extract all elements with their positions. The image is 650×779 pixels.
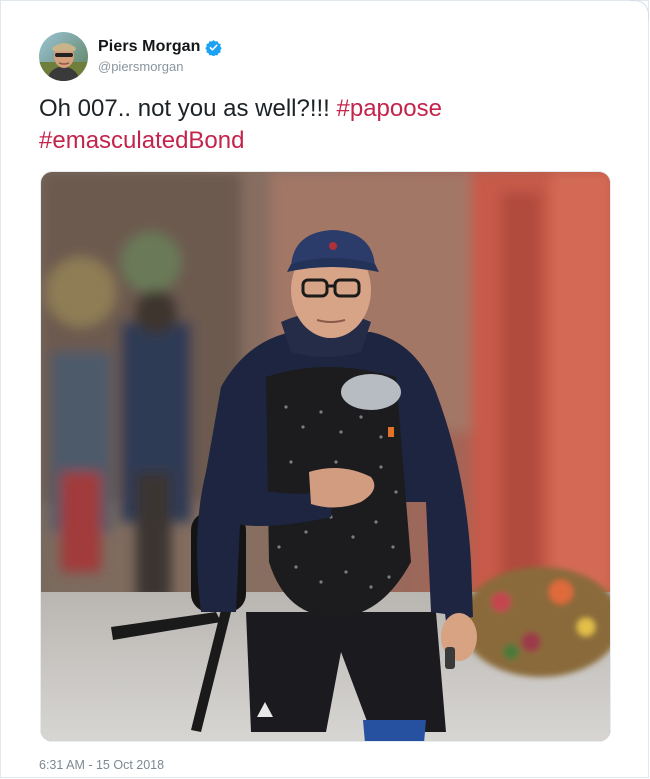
name-row: Piers Morgan: [98, 38, 222, 56]
tweet-header: Piers Morgan @piersmorgan: [39, 31, 222, 81]
display-name[interactable]: Piers Morgan: [98, 38, 201, 56]
tweet-text-body: Oh 007.. not you as well?!!!: [39, 95, 337, 122]
card-corner: [630, 0, 649, 19]
tweet-card: Piers Morgan @piersmorgan Oh 007.. not y…: [0, 0, 649, 778]
tweet-photo[interactable]: [40, 171, 611, 742]
verified-badge-icon: [204, 39, 222, 56]
tweet-text: Oh 007.. not you as well?!!! #papoose #em…: [39, 93, 599, 157]
author-handle[interactable]: @piersmorgan: [98, 59, 222, 74]
avatar[interactable]: [39, 31, 88, 81]
tweet-timestamp[interactable]: 6:31 AM - 15 Oct 2018: [39, 758, 164, 772]
hashtag-link[interactable]: #emasculatedBond: [39, 127, 244, 154]
hashtag-link[interactable]: #papoose: [337, 95, 442, 122]
author-names: Piers Morgan @piersmorgan: [98, 38, 222, 74]
photo-of-man-with-baby-carrier-icon: [41, 172, 610, 741]
